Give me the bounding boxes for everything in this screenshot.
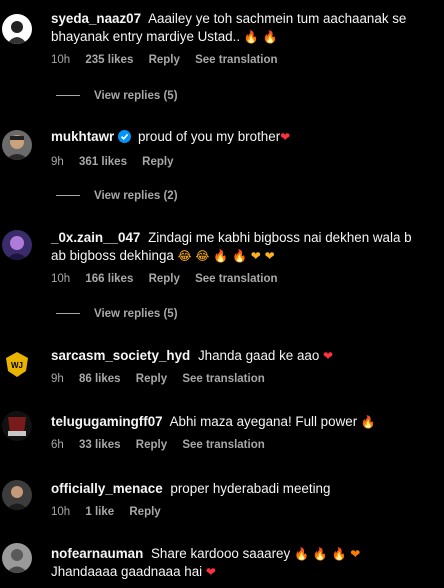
avatar[interactable]: [2, 14, 32, 44]
reply-button[interactable]: Reply: [149, 273, 180, 285]
comment-text: Abhi maza ayegana! Full power: [169, 414, 358, 429]
heart-emoji: ❤: [280, 130, 291, 144]
avatar[interactable]: [2, 130, 32, 160]
svg-text:WJ: WJ: [11, 361, 23, 370]
comment-likes[interactable]: 361 likes: [79, 156, 127, 168]
fire-emoji: 🔥 🔥: [243, 30, 278, 44]
comment-time: 9h: [51, 156, 64, 168]
reply-button[interactable]: Reply: [136, 439, 167, 451]
see-translation-button[interactable]: See translation: [195, 273, 277, 285]
comment-time: 10h: [51, 54, 71, 66]
comment-username[interactable]: syeda_naaz07: [51, 11, 141, 26]
comment-likes[interactable]: 166 likes: [85, 273, 133, 285]
comment-username[interactable]: nofearnauman: [51, 546, 143, 561]
comment-username[interactable]: sarcasm_society_hyd: [51, 348, 190, 363]
comment-text-line2: Jhandaaaa gaadnaaa hai: [51, 564, 203, 579]
divider-line: [56, 95, 80, 97]
comment-time: 10h: [51, 273, 71, 285]
divider-line: [56, 313, 80, 315]
fire-emoji: 🔥: [360, 415, 376, 429]
view-replies-button[interactable]: View replies (5): [56, 308, 178, 320]
comment-likes[interactable]: 86 likes: [79, 373, 121, 385]
verified-badge-icon: [118, 130, 132, 148]
reply-button[interactable]: Reply: [149, 54, 180, 66]
reply-button[interactable]: Reply: [142, 156, 173, 168]
see-translation-button[interactable]: See translation: [195, 54, 277, 66]
comment-username[interactable]: _0x.zain__047: [51, 230, 140, 245]
avatar[interactable]: [2, 480, 32, 510]
comment-text: Jhanda gaad ke aao: [197, 348, 320, 363]
avatar[interactable]: [2, 543, 32, 573]
comment-text: proper hyderabadi meeting: [170, 481, 331, 496]
comment-likes[interactable]: 33 likes: [79, 439, 121, 451]
comment-likes[interactable]: 235 likes: [85, 54, 133, 66]
comment-text: proud of you my brother: [137, 129, 281, 144]
reply-button[interactable]: Reply: [129, 506, 160, 518]
comment-username[interactable]: mukhtawr: [51, 129, 114, 144]
comment-time: 10h: [51, 506, 71, 518]
comment-username[interactable]: telugugamingff07: [51, 414, 163, 429]
comment-time: 9h: [51, 373, 64, 385]
see-translation-button[interactable]: See translation: [182, 439, 264, 451]
avatar[interactable]: [2, 411, 32, 441]
view-replies-button[interactable]: View replies (5): [56, 90, 178, 102]
avatar[interactable]: WJ: [2, 349, 32, 379]
divider-line: [56, 195, 80, 197]
view-replies-button[interactable]: View replies (2): [56, 190, 178, 202]
comment-username[interactable]: officially_menace: [51, 481, 163, 496]
emoji-group: 🔥 🔥 🔥 ❤: [293, 547, 361, 561]
comment-text: Share kardooo saaarey: [151, 546, 291, 561]
heart-emoji: ❤: [323, 349, 334, 363]
reply-button[interactable]: Reply: [136, 373, 167, 385]
comment-likes[interactable]: 1 like: [85, 506, 114, 518]
avatar[interactable]: [2, 230, 32, 260]
comment-time: 6h: [51, 439, 64, 451]
heart-emoji: ❤: [205, 565, 216, 579]
emoji-group: 😂 😂 🔥 🔥 ❤ ❤: [177, 249, 275, 263]
see-translation-button[interactable]: See translation: [182, 373, 264, 385]
